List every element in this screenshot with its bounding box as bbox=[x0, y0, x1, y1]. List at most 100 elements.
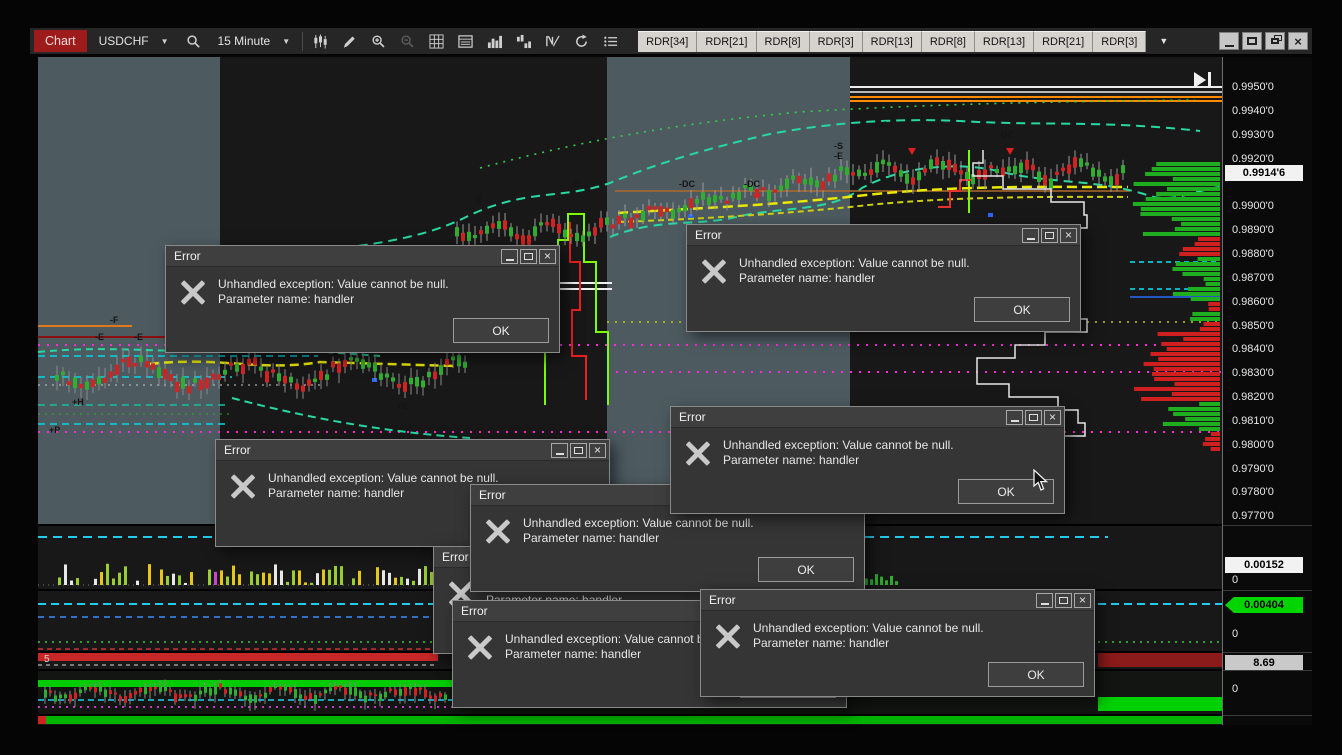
dialog-minimize-button[interactable] bbox=[1006, 409, 1023, 425]
chart-tab[interactable]: RDR[21] bbox=[697, 30, 757, 52]
tab-strip: RDR[34] RDR[21] RDR[8] RDR[3] RDR[13] RDR[8] R… bbox=[638, 30, 1147, 52]
error-dialog: Error × Unhandled exception: Value canno… bbox=[686, 224, 1081, 332]
chart-tab[interactable]: RDR[8] bbox=[921, 30, 975, 52]
price-axis-label: 0.9780'0 bbox=[1232, 486, 1274, 499]
dialog-titlebar[interactable]: Error × bbox=[687, 225, 1080, 246]
dialog-title: Error bbox=[709, 593, 736, 607]
price-axis-label: 0.9790'0 bbox=[1232, 462, 1274, 475]
chart-tab[interactable]: RDR[34] bbox=[638, 30, 698, 52]
chart-signal-label: -E bbox=[134, 332, 143, 342]
dialog-message-line2: Parameter name: handler bbox=[753, 636, 890, 650]
strategies-icon[interactable] bbox=[511, 31, 536, 52]
chart-signal-label: -S bbox=[834, 141, 843, 151]
dialog-message-line2: Parameter name: handler bbox=[218, 292, 355, 306]
dialog-maximize-button[interactable] bbox=[1025, 409, 1042, 425]
dialog-maximize-button[interactable] bbox=[1055, 592, 1072, 608]
dialog-ok-button[interactable]: OK bbox=[988, 662, 1084, 687]
chart-tab[interactable]: RDR[13] bbox=[974, 30, 1035, 52]
chart-menu-button[interactable]: Chart bbox=[34, 30, 87, 52]
dialog-titlebar[interactable]: Error × bbox=[671, 407, 1064, 428]
chart-signal-label: +E bbox=[397, 401, 409, 411]
dialog-title: Error bbox=[695, 228, 722, 242]
chart-tab[interactable]: RDR[3] bbox=[809, 30, 863, 52]
toolbar-separator bbox=[302, 31, 304, 51]
dialog-maximize-button[interactable] bbox=[570, 442, 587, 458]
error-x-icon bbox=[715, 623, 741, 649]
axis-divider bbox=[1223, 590, 1312, 591]
dialog-title: Error bbox=[174, 249, 201, 263]
dialog-message-line2: Parameter name: handler bbox=[268, 486, 405, 500]
chart-style-icon[interactable] bbox=[308, 31, 333, 52]
dialog-minimize-button[interactable] bbox=[1022, 227, 1039, 243]
chevron-down-icon: ▼ bbox=[282, 36, 291, 46]
window-close-button[interactable]: × bbox=[1288, 32, 1308, 50]
chevron-down-icon: ▼ bbox=[160, 36, 169, 46]
chart-signal-label: +H bbox=[72, 397, 84, 407]
price-axis-label: 0.9870'0 bbox=[1232, 271, 1274, 284]
dialog-minimize-button[interactable] bbox=[551, 442, 568, 458]
window-controls: × bbox=[1216, 32, 1308, 50]
current-price-box: 0.9914'6 bbox=[1225, 165, 1303, 181]
window-maximize-button[interactable] bbox=[1242, 32, 1262, 50]
dialog-ok-button[interactable]: OK bbox=[758, 557, 854, 582]
error-x-icon bbox=[230, 473, 256, 499]
chart-signal-label: -DC bbox=[872, 120, 888, 130]
crosshair-grid-icon[interactable] bbox=[424, 31, 449, 52]
regression-icon[interactable] bbox=[540, 31, 565, 52]
toolbar-icons bbox=[308, 31, 623, 52]
price-axis-label: 0.9850'0 bbox=[1232, 319, 1274, 332]
zoom-in-icon[interactable] bbox=[366, 31, 391, 52]
dialog-message-line1: Unhandled exception: Value cannot be nul… bbox=[523, 516, 754, 530]
chart-tab[interactable]: RDR[13] bbox=[862, 30, 922, 52]
axis-divider bbox=[1223, 652, 1312, 653]
dialog-titlebar[interactable]: Error × bbox=[166, 246, 559, 267]
tab-overflow-chevron[interactable]: ▼ bbox=[1159, 36, 1168, 46]
window-minimize-button[interactable] bbox=[1219, 32, 1239, 50]
interval-select[interactable]: 15 Minute ▼ bbox=[211, 31, 298, 51]
draw-tool-icon[interactable] bbox=[337, 31, 362, 52]
dialog-minimize-button[interactable] bbox=[501, 248, 518, 264]
zoom-out-icon[interactable] bbox=[395, 31, 420, 52]
price-axis-label: 0.9800'0 bbox=[1232, 438, 1274, 451]
error-x-icon bbox=[467, 634, 493, 660]
dialog-maximize-button[interactable] bbox=[520, 248, 537, 264]
dialog-close-button[interactable]: × bbox=[1074, 592, 1091, 608]
indicators-icon[interactable] bbox=[482, 31, 507, 52]
price-axis-label: 0.9950'0 bbox=[1232, 81, 1274, 93]
price-axis-label: 0.9930'0 bbox=[1232, 128, 1274, 141]
chart-tab[interactable]: RDR[3] bbox=[1093, 30, 1147, 52]
error-x-icon bbox=[701, 258, 727, 284]
price-axis-label: 0.9840'0 bbox=[1232, 343, 1274, 356]
chart-tab[interactable]: RDR[8] bbox=[756, 30, 810, 52]
search-icon[interactable] bbox=[181, 31, 206, 52]
window-restore-button[interactable] bbox=[1265, 32, 1285, 50]
chart-signal-label: -E bbox=[474, 194, 483, 204]
dialog-ok-button[interactable]: OK bbox=[453, 318, 549, 343]
price-axis-panel[interactable]: 0.9950'0 0.9940'0 0.9930'0 0.9920'0 0.9900'0… bbox=[1222, 57, 1312, 725]
instrument-select[interactable]: USDCHF ▼ bbox=[92, 31, 176, 51]
properties-icon[interactable] bbox=[598, 31, 623, 52]
chart-tab[interactable]: RDR[21] bbox=[1034, 30, 1094, 52]
price-axis-label: 0.9900'0 bbox=[1232, 200, 1274, 213]
dialog-minimize-button[interactable] bbox=[1036, 592, 1053, 608]
dialog-close-button[interactable]: × bbox=[1044, 409, 1061, 425]
dialog-maximize-button[interactable] bbox=[1041, 227, 1058, 243]
price-axis-label: 0.9880'0 bbox=[1232, 247, 1274, 260]
price-axis-label: 0.9770'0 bbox=[1232, 510, 1274, 523]
axis-divider bbox=[1223, 525, 1312, 526]
indicator-value-box: 0.00404 bbox=[1225, 597, 1303, 613]
dialog-close-button[interactable]: × bbox=[1060, 227, 1077, 243]
chart-signal-label: -DC bbox=[998, 130, 1014, 140]
dialog-titlebar[interactable]: Error × bbox=[701, 590, 1094, 611]
dialog-ok-button[interactable]: OK bbox=[974, 297, 1070, 322]
dialog-message-line1: Unhandled exception: Value cannot be nul… bbox=[753, 621, 984, 635]
error-x-icon bbox=[685, 440, 711, 466]
panel-scale-label: 5 bbox=[44, 654, 50, 665]
dialog-titlebar[interactable]: Error × bbox=[216, 440, 609, 461]
dialog-close-button[interactable]: × bbox=[539, 248, 556, 264]
price-axis-label: 0.9940'0 bbox=[1232, 104, 1274, 117]
mouse-cursor bbox=[1033, 468, 1051, 498]
dialog-close-button[interactable]: × bbox=[589, 442, 606, 458]
reload-icon[interactable] bbox=[569, 31, 594, 52]
data-box-icon[interactable] bbox=[453, 31, 478, 52]
